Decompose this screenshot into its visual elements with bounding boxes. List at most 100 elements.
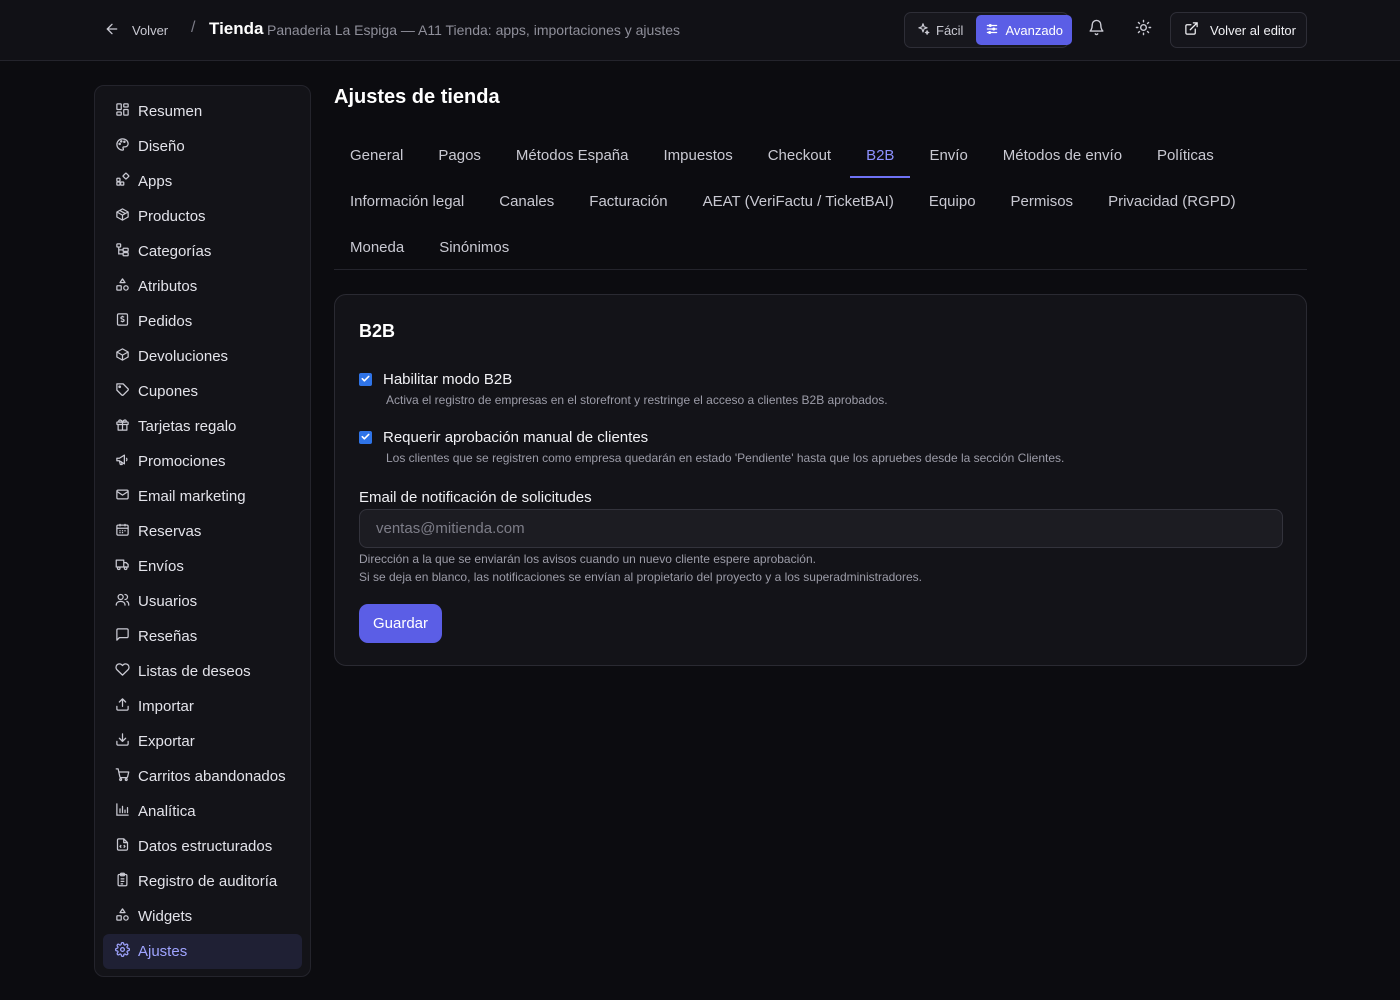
tab-permisos[interactable]: Permisos	[995, 178, 1090, 224]
sidebar-item-datos-estructurados[interactable]: Datos estructurados	[103, 829, 302, 864]
package-icon	[115, 207, 130, 226]
tab-metodos-de-envio[interactable]: Métodos de envío	[987, 132, 1138, 178]
page-section-title: Tienda	[209, 19, 264, 38]
theme-toggle-button[interactable]	[1131, 18, 1155, 42]
sidebar-item-exportar[interactable]: Exportar	[103, 724, 302, 759]
tab-privacidad[interactable]: Privacidad (RGPD)	[1092, 178, 1252, 224]
sidebar-item-label: Tarjetas regalo	[138, 418, 237, 435]
tab-facturacion[interactable]: Facturación	[573, 178, 683, 224]
sidebar-item-label: Apps	[138, 173, 173, 190]
megaphone-icon	[115, 452, 130, 471]
mail-icon	[115, 487, 130, 506]
tab-row: Moneda Sinónimos	[334, 224, 528, 270]
sidebar-item-carritos-abandonados[interactable]: Carritos abandonados	[103, 759, 302, 794]
tab-informacion-legal[interactable]: Información legal	[334, 178, 480, 224]
sidebar-item-email-marketing[interactable]: Email marketing	[103, 479, 302, 514]
sidebar-item-label: Productos	[138, 208, 206, 225]
tab-b2b[interactable]: B2B	[850, 132, 911, 178]
tab-impuestos[interactable]: Impuestos	[648, 132, 749, 178]
message-icon	[115, 627, 130, 646]
mode-advanced-button[interactable]: Avanzado	[976, 15, 1073, 45]
sidebar-item-envios[interactable]: Envíos	[103, 549, 302, 584]
tab-canales[interactable]: Canales	[483, 178, 570, 224]
sidebar-item-resumen[interactable]: Resumen	[103, 94, 302, 129]
tab-pagos[interactable]: Pagos	[422, 132, 497, 178]
sidebar-item-productos[interactable]: Productos	[103, 199, 302, 234]
tab-sinonimos[interactable]: Sinónimos	[423, 224, 525, 270]
notification-email-label: Email de notificación de solicitudes	[359, 489, 592, 506]
tab-equipo[interactable]: Equipo	[913, 178, 992, 224]
manual-approval-row: Requerir aprobación manual de clientes	[359, 429, 648, 446]
manual-approval-checkbox[interactable]	[359, 431, 372, 444]
sidebar-item-analitica[interactable]: Analítica	[103, 794, 302, 829]
enable-b2b-checkbox[interactable]	[359, 373, 372, 386]
sidebar-item-label: Email marketing	[138, 488, 246, 505]
back-button[interactable]: Volver	[104, 19, 168, 41]
sidebar-item-registro-de-auditoria[interactable]: Registro de auditoría	[103, 864, 302, 899]
page-title: Ajustes de tienda	[334, 86, 500, 108]
heart-icon	[115, 662, 130, 681]
mode-switch: Fácil Avanzado	[904, 12, 1073, 48]
tab-checkout[interactable]: Checkout	[752, 132, 847, 178]
manual-approval-label: Requerir aprobación manual de clientes	[383, 429, 649, 446]
package-return-icon	[115, 347, 130, 366]
bell-icon	[1088, 19, 1105, 41]
dashboard-icon	[115, 102, 130, 121]
sidebar-item-label: Importar	[138, 698, 194, 715]
sidebar-item-resenas[interactable]: Reseñas	[103, 619, 302, 654]
truck-icon	[115, 557, 130, 576]
receipt-icon	[115, 312, 130, 331]
sidebar-item-cupones[interactable]: Cupones	[103, 374, 302, 409]
notification-email-help: Si se deja en blanco, las notificaciones…	[359, 570, 922, 584]
sidebar-item-label: Envíos	[138, 558, 184, 575]
sidebar-item-pedidos[interactable]: Pedidos	[103, 304, 302, 339]
sidebar-item-promociones[interactable]: Promociones	[103, 444, 302, 479]
sidebar-item-importar[interactable]: Importar	[103, 689, 302, 724]
sidebar-item-listas-de-deseos[interactable]: Listas de deseos	[103, 654, 302, 689]
breadcrumb-subtitle: Panaderia La Espiga — A11 Tienda: apps, …	[267, 22, 680, 38]
tab-politicas[interactable]: Políticas	[1141, 132, 1230, 178]
check-icon	[360, 371, 371, 389]
sidebar-item-reservas[interactable]: Reservas	[103, 514, 302, 549]
sidebar-item-ajustes[interactable]: Ajustes	[103, 934, 302, 969]
sparkles-icon	[916, 22, 930, 39]
back-to-editor-label: Volver al editor	[1210, 22, 1296, 38]
back-label: Volver	[132, 22, 169, 38]
sidebar-item-widgets[interactable]: Widgets	[103, 899, 302, 934]
sidebar-item-usuarios[interactable]: Usuarios	[103, 584, 302, 619]
apps-icon	[115, 172, 130, 191]
sidebar-item-label: Atributos	[138, 278, 198, 295]
enable-b2b-row: Habilitar modo B2B	[359, 371, 512, 388]
tab-row: General Pagos Métodos España Impuestos C…	[334, 132, 1233, 178]
save-button[interactable]: Guardar	[359, 604, 442, 643]
sun-icon	[1135, 19, 1152, 41]
mode-easy-button[interactable]: Fácil	[907, 15, 972, 45]
gear-icon	[115, 942, 130, 961]
sidebar-item-label: Pedidos	[138, 313, 193, 330]
sidebar-item-apps[interactable]: Apps	[103, 164, 302, 199]
back-to-editor-button[interactable]: Volver al editor	[1170, 12, 1307, 48]
sidebar-item-label: Promociones	[138, 453, 226, 470]
gift-icon	[115, 417, 130, 436]
tab-metodos-espana[interactable]: Métodos España	[500, 132, 645, 178]
notification-email-input[interactable]	[359, 509, 1283, 548]
sidebar-item-label: Widgets	[138, 908, 193, 925]
b2b-settings-card: B2B Habilitar modo B2B Activa el registr…	[334, 294, 1307, 666]
tab-moneda[interactable]: Moneda	[334, 224, 420, 270]
notifications-button[interactable]	[1084, 18, 1108, 42]
sidebar-item-label: Devoluciones	[138, 348, 229, 365]
sidebar-item-categorias[interactable]: Categorías	[103, 234, 302, 269]
download-icon	[115, 732, 130, 751]
tab-envio[interactable]: Envío	[913, 132, 983, 178]
sidebar-item-atributos[interactable]: Atributos	[103, 269, 302, 304]
sidebar-item-devoluciones[interactable]: Devoluciones	[103, 339, 302, 374]
clipboard-icon	[115, 872, 130, 891]
sidebar-item-label: Ajustes	[138, 943, 188, 960]
tab-general[interactable]: General	[334, 132, 419, 178]
sidebar-item-tarjetas-regalo[interactable]: Tarjetas regalo	[103, 409, 302, 444]
top-bar: Volver / Tienda Panaderia La Espiga — A1…	[0, 0, 1400, 61]
sidebar-item-label: Usuarios	[138, 593, 198, 610]
sidebar-item-diseno[interactable]: Diseño	[103, 129, 302, 164]
tab-aeat[interactable]: AEAT (VeriFactu / TicketBAI)	[687, 178, 910, 224]
manual-approval-help: Los clientes que se registren como empre…	[386, 451, 1065, 465]
